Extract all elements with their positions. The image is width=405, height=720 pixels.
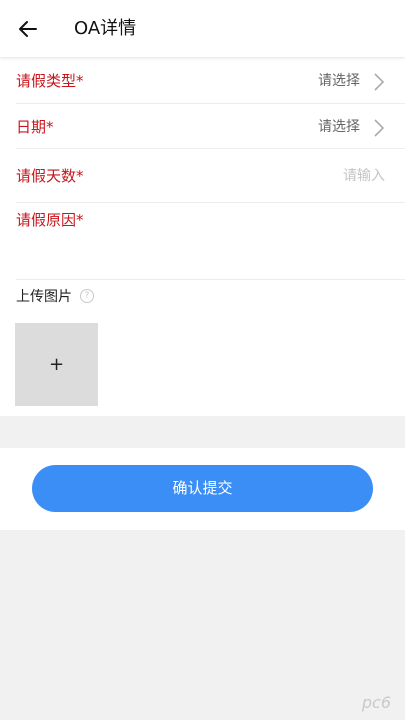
days-input[interactable]: 请输入: [343, 165, 385, 187]
arrow-left-icon: [19, 21, 37, 37]
top-bar: OA详情: [0, 0, 405, 57]
help-icon[interactable]: ?: [80, 289, 94, 303]
date-label: 日期*: [16, 118, 54, 136]
date-row[interactable]: 日期* 请选择: [16, 104, 405, 149]
leave-type-row[interactable]: 请假类型* 请选择: [16, 57, 405, 104]
page-title: OA详情: [74, 18, 137, 39]
add-image-button[interactable]: +: [15, 323, 98, 406]
watermark-logo: pc6: [361, 693, 391, 712]
date-select[interactable]: 请选择: [318, 116, 360, 138]
upload-label: 上传图片: [16, 289, 72, 305]
back-button[interactable]: [14, 15, 42, 43]
days-row[interactable]: 请假天数* 请输入: [16, 149, 405, 203]
days-label: 请假天数*: [16, 167, 84, 185]
leave-type-select[interactable]: 请选择: [318, 70, 360, 92]
chevron-right-icon: [374, 73, 385, 91]
reason-row[interactable]: 请假原因*: [16, 203, 405, 280]
submit-area: 确认提交: [0, 448, 405, 530]
plus-icon: +: [48, 354, 65, 375]
submit-button[interactable]: 确认提交: [32, 465, 373, 512]
leave-form: 请假类型* 请选择 日期* 请选择 请假天数* 请输入 请假原因* 上传图片 ?…: [0, 57, 405, 416]
reason-label: 请假原因*: [16, 211, 84, 229]
chevron-right-icon: [374, 119, 385, 137]
leave-type-label: 请假类型*: [16, 72, 84, 90]
